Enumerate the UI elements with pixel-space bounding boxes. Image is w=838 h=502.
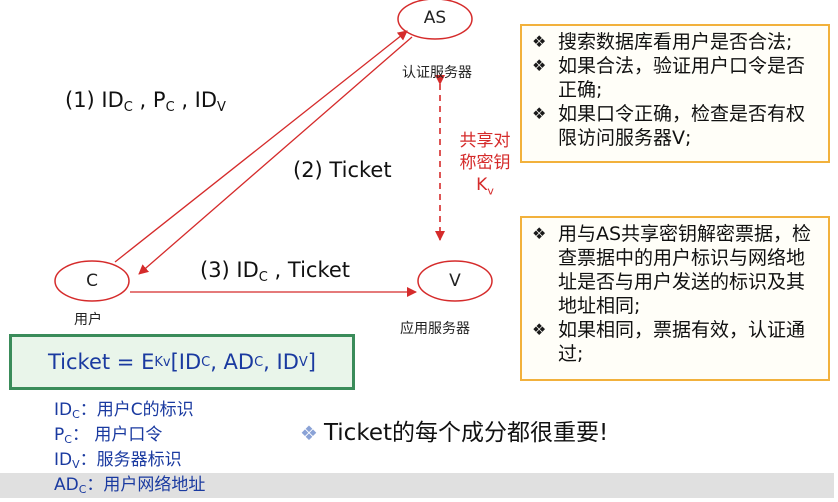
- arrow-c-to-as: [114, 30, 408, 263]
- node-as-caption: 认证服务器: [402, 65, 472, 81]
- arrow-as-to-c: [138, 36, 413, 275]
- diamond-bullet-icon: ❖: [300, 421, 318, 445]
- legend-row: ADC：用户网络地址: [0, 473, 834, 498]
- shared-key-label: 共享对 称密钥 Kv: [459, 131, 511, 198]
- message-2-label: (2) Ticket: [293, 158, 392, 182]
- as-note-item: ❖ 如果合法，验证用户口令是否正确;: [532, 55, 806, 101]
- bottom-note: ❖ Ticket的每个成分都很重要!: [300, 420, 609, 446]
- v-note-item: ❖ 用与AS共享密钥解密票据，检查票据中的用户标识与网络地址是否与用户发送的标识及…: [532, 223, 812, 317]
- diamond-bullet-icon: ❖: [532, 56, 547, 75]
- node-c-caption: 用户: [74, 312, 102, 328]
- diamond-bullet-icon: ❖: [532, 104, 547, 123]
- as-notes-box: ❖ 搜索数据库看用户是否合法; ❖ 如果合法，验证用户口令是否正确; ❖ 如果口令正确…: [520, 24, 830, 163]
- as-note-item: ❖ 如果口令正确，检查是否有权限访问服务器V;: [532, 103, 806, 149]
- diamond-bullet-icon: ❖: [532, 320, 547, 339]
- node-c-label: C: [86, 271, 98, 291]
- message-3-label: (3) IDC , Ticket: [200, 258, 351, 285]
- as-note-item: ❖ 搜索数据库看用户是否合法;: [532, 31, 793, 53]
- diamond-bullet-icon: ❖: [532, 32, 547, 51]
- node-as-label: AS: [423, 8, 447, 28]
- diamond-bullet-icon: ❖: [532, 224, 547, 243]
- message-1-label: (1) IDC , PC , IDV: [65, 88, 226, 115]
- legend-row: IDV：服务器标识: [54, 450, 182, 471]
- v-notes-box: ❖ 用与AS共享密钥解密票据，检查票据中的用户标识与网络地址是否与用户发送的标识及…: [520, 216, 830, 381]
- v-note-item: ❖ 如果相同，票据有效，认证通过;: [532, 319, 806, 365]
- ticket-formula-box: Ticket = E Kv [ID C , AD C , ID V]: [9, 334, 355, 390]
- node-v-caption: 应用服务器: [400, 321, 470, 337]
- node-v-label: V: [449, 271, 461, 291]
